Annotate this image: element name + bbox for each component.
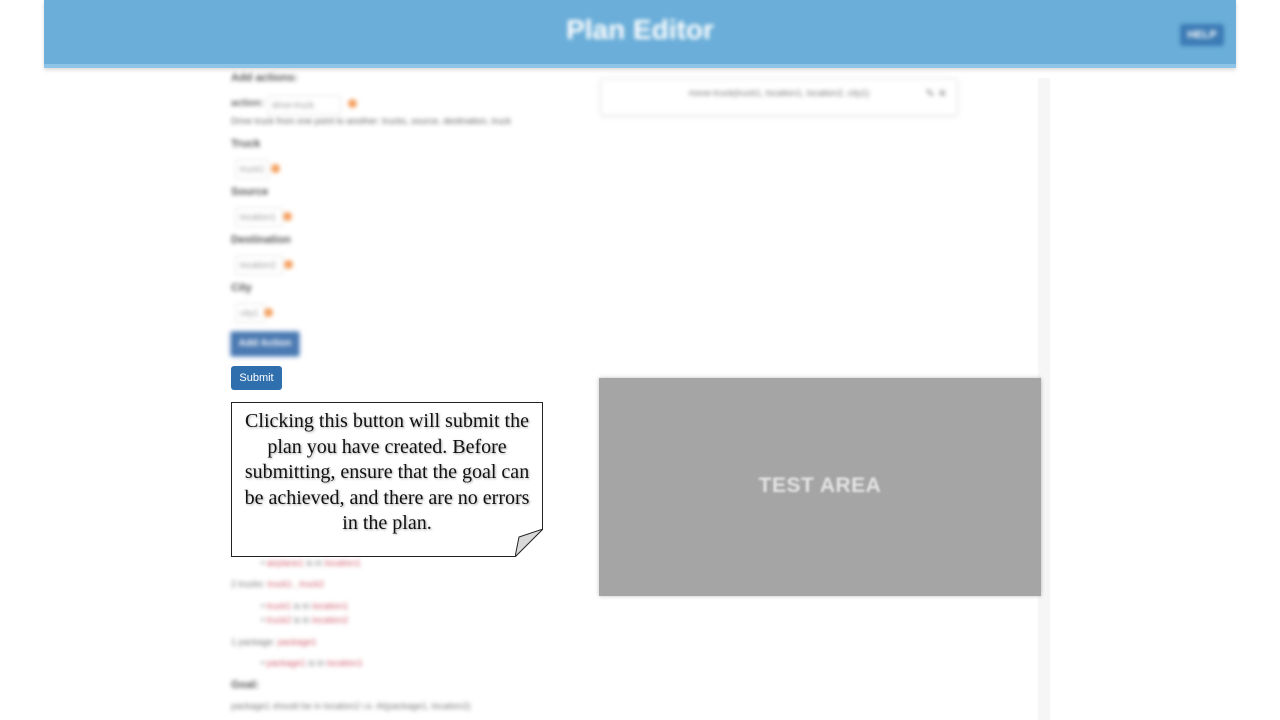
help-button[interactable]: HELP [1180,24,1224,46]
city-info-icon [264,308,273,317]
source-label: Source [231,186,269,198]
packages-heading: 1 package: package1 [231,637,317,647]
city-label: City [231,282,252,294]
destination-select[interactable]: location2 [235,255,283,275]
state-line: • truck1 is in location1 [261,601,349,611]
page-title: Plan Editor [566,14,714,45]
city-select[interactable]: city1 [235,303,265,323]
actions-title: Add actions: [231,72,298,84]
trucks-heading: 2 trucks: truck1 , truck2 [231,579,325,589]
plan-step-box: move-truck(truck1, location1, location2,… [600,78,958,116]
source-info-icon [283,212,292,221]
destination-info-icon [284,260,293,269]
test-area-label: TEST AREA [758,474,882,497]
page-fold-icon [515,529,543,557]
pencil-icon[interactable]: ✎ [926,88,935,100]
app-header: Plan Editor HELP [44,0,1236,68]
action-label: action: [231,98,264,109]
state-line: • truck2 is in location2 [261,615,349,625]
truck-label: Truck [231,138,261,150]
source-select[interactable]: location1 [235,207,283,227]
submit-tooltip: Clicking this button will submit the pla… [231,402,543,557]
action-select[interactable]: drive-truck [267,95,341,115]
action-description: Drive truck from one point to another: t… [231,116,512,126]
state-line: • package1 is in location1 [261,658,363,668]
close-icon[interactable]: ✕ [938,88,947,100]
tooltip-text: Clicking this button will submit the pla… [244,410,530,534]
submit-button[interactable]: Submit [231,366,282,390]
add-action-button[interactable]: Add Action [231,332,299,356]
truck-select[interactable]: truck1 [235,159,269,179]
state-line: • airplane1 is in location1 [261,558,361,568]
action-info-icon [348,99,357,108]
plan-step-text: move-truck(truck1, location1, location2,… [688,88,870,98]
test-area[interactable]: TEST AREA [599,378,1041,596]
goal-text: package1 should be in location2 i.e. At(… [231,701,471,711]
truck-info-icon [271,164,280,173]
destination-label: Destination [231,234,291,246]
goal-title: Goal: [231,679,260,691]
